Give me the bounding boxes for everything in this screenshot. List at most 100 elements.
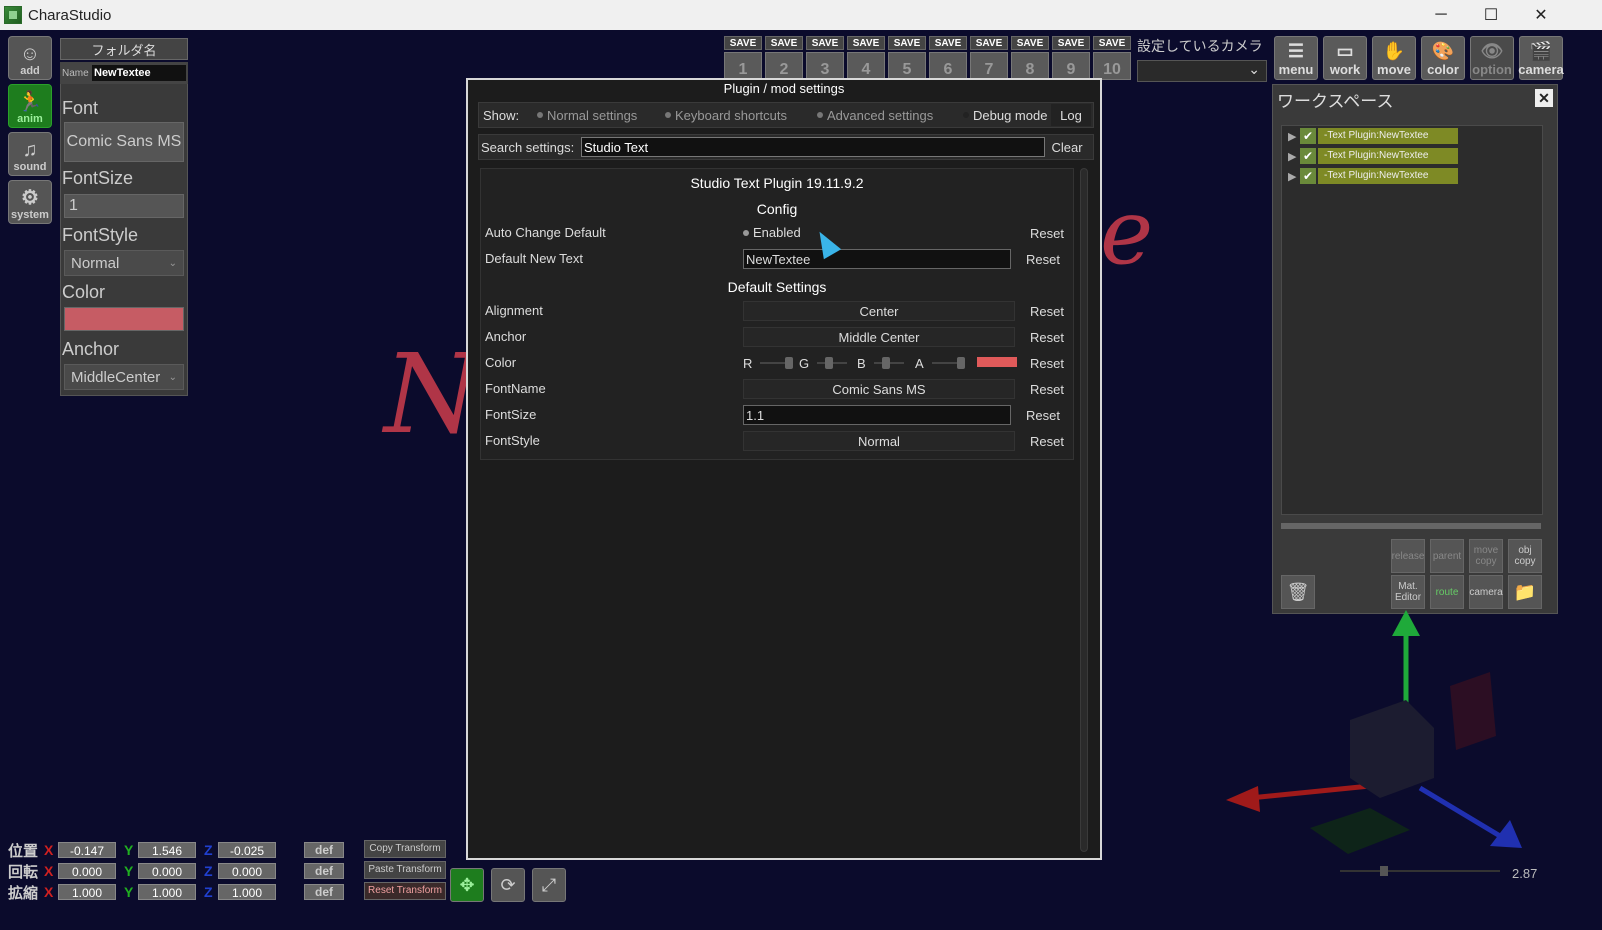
fontname-selector[interactable]: Comic Sans MS bbox=[743, 379, 1015, 399]
slider-knob[interactable] bbox=[1380, 866, 1388, 876]
position-z-input[interactable]: -0.025 bbox=[218, 842, 276, 858]
reset-button[interactable]: Reset bbox=[1025, 431, 1069, 451]
minimize-button[interactable]: ─ bbox=[1416, 0, 1466, 30]
tree-item-label[interactable]: -Text Plugin:NewTextee bbox=[1318, 168, 1458, 184]
blue-slider[interactable]: B bbox=[857, 351, 904, 375]
close-window-button[interactable]: ✕ bbox=[1516, 0, 1566, 30]
red-slider[interactable]: R bbox=[743, 351, 794, 375]
reset-button[interactable]: Reset bbox=[1025, 353, 1069, 373]
settings-scrollbar[interactable] bbox=[1080, 168, 1088, 852]
clear-button[interactable]: Clear bbox=[1045, 137, 1089, 157]
alpha-slider[interactable]: A bbox=[915, 351, 965, 375]
workspace-scrollbar[interactable] bbox=[1281, 523, 1541, 529]
copy-transform-button[interactable]: Copy Transform bbox=[364, 840, 446, 858]
scale-z-input[interactable]: 1.000 bbox=[218, 884, 276, 900]
position-def-button[interactable]: def bbox=[304, 842, 344, 858]
alignment-selector[interactable]: Center bbox=[743, 301, 1015, 321]
scale-def-button[interactable]: def bbox=[304, 884, 344, 900]
reset-button[interactable]: Reset bbox=[1025, 327, 1069, 347]
color-preview-swatch[interactable] bbox=[977, 357, 1017, 367]
normal-settings-toggle[interactable]: Normal settings bbox=[537, 108, 637, 123]
position-x-input[interactable]: -0.147 bbox=[58, 842, 116, 858]
anchor-selector[interactable]: Middle Center bbox=[743, 327, 1015, 347]
expand-arrow-icon[interactable]: ▶ bbox=[1288, 130, 1300, 143]
position-y-input[interactable]: 1.546 bbox=[138, 842, 196, 858]
release-button[interactable]: release bbox=[1391, 539, 1425, 573]
rotation-z-input[interactable]: 0.000 bbox=[218, 863, 276, 879]
scale-tool-icon[interactable]: ⤢ bbox=[532, 868, 566, 902]
tree-item-label[interactable]: -Text Plugin:NewTextee bbox=[1318, 148, 1458, 164]
slider-knob[interactable] bbox=[956, 357, 965, 369]
tree-item[interactable]: ▶ ✔ -Text Plugin:NewTextee bbox=[1288, 128, 1458, 144]
maximize-button[interactable]: ☐ bbox=[1466, 0, 1516, 30]
fontsize-setting-input[interactable]: 1.1 bbox=[743, 405, 1011, 425]
tree-item[interactable]: ▶ ✔ -Text Plugin:NewTextee bbox=[1288, 168, 1458, 184]
slider-knob[interactable] bbox=[785, 357, 794, 369]
save-slot-8[interactable]: SAVE 8 bbox=[1011, 36, 1049, 84]
search-input[interactable] bbox=[581, 137, 1045, 157]
parent-button[interactable]: parent bbox=[1430, 539, 1464, 573]
name-input[interactable]: NewTextee bbox=[92, 65, 186, 81]
paste-transform-button[interactable]: Paste Transform bbox=[364, 861, 446, 879]
auto-change-default-toggle[interactable]: Enabled bbox=[743, 225, 801, 240]
move-copy-button[interactable]: move copy bbox=[1469, 539, 1503, 573]
expand-arrow-icon[interactable]: ▶ bbox=[1288, 150, 1300, 163]
debug-mode-toggle[interactable]: Debug mode bbox=[963, 108, 1047, 123]
route-button[interactable]: route bbox=[1430, 575, 1464, 609]
trash-icon[interactable]: 🗑 bbox=[1281, 575, 1315, 609]
keyboard-shortcuts-toggle[interactable]: Keyboard shortcuts bbox=[665, 108, 787, 123]
color-button[interactable]: 🎨 color bbox=[1421, 36, 1465, 80]
sound-button[interactable]: ♫ sound bbox=[8, 132, 52, 176]
zoom-slider[interactable] bbox=[1340, 866, 1500, 876]
reset-button[interactable]: Reset bbox=[1025, 223, 1069, 243]
save-slot-9[interactable]: SAVE 9 bbox=[1052, 36, 1090, 84]
save-slot-7[interactable]: SAVE 7 bbox=[970, 36, 1008, 84]
save-slot-3[interactable]: SAVE 3 bbox=[806, 36, 844, 84]
fontstyle-dropdown[interactable]: Normal ⌄ bbox=[64, 250, 184, 276]
green-slider[interactable]: G bbox=[799, 351, 848, 375]
check-icon[interactable]: ✔ bbox=[1300, 128, 1316, 144]
slider-track[interactable] bbox=[817, 357, 848, 369]
check-icon[interactable]: ✔ bbox=[1300, 148, 1316, 164]
menu-button[interactable]: ☰ menu bbox=[1274, 36, 1318, 80]
reset-button[interactable]: Reset bbox=[1025, 301, 1069, 321]
save-slot-10[interactable]: SAVE 10 bbox=[1093, 36, 1131, 84]
close-icon[interactable]: ✕ bbox=[1535, 89, 1553, 107]
check-icon[interactable]: ✔ bbox=[1300, 168, 1316, 184]
work-button[interactable]: ▭ work bbox=[1323, 36, 1367, 80]
reset-button[interactable]: Reset bbox=[1025, 379, 1069, 399]
folder-icon[interactable]: 📁 bbox=[1508, 575, 1542, 609]
slider-knob[interactable] bbox=[825, 357, 834, 369]
scale-y-input[interactable]: 1.000 bbox=[138, 884, 196, 900]
rotation-y-input[interactable]: 0.000 bbox=[138, 863, 196, 879]
move-button[interactable]: ✋ move bbox=[1372, 36, 1416, 80]
reset-button[interactable]: Reset bbox=[1021, 249, 1065, 269]
camera-dropdown[interactable]: ⌄ bbox=[1137, 60, 1267, 82]
tree-item[interactable]: ▶ ✔ -Text Plugin:NewTextee bbox=[1288, 148, 1458, 164]
rotate-tool-icon[interactable]: ⟳ bbox=[491, 868, 525, 902]
color-swatch[interactable] bbox=[64, 307, 184, 331]
reset-button[interactable]: Reset bbox=[1021, 405, 1065, 425]
save-slot-4[interactable]: SAVE 4 bbox=[847, 36, 885, 84]
option-button[interactable]: 👁 option bbox=[1470, 36, 1514, 80]
advanced-settings-toggle[interactable]: Advanced settings bbox=[817, 108, 933, 123]
expand-arrow-icon[interactable]: ▶ bbox=[1288, 170, 1300, 183]
slider-track[interactable] bbox=[873, 357, 904, 369]
system-button[interactable]: ⚙ system bbox=[8, 180, 52, 224]
rotation-x-input[interactable]: 0.000 bbox=[58, 863, 116, 879]
anim-button[interactable]: 🏃 anim bbox=[8, 84, 52, 128]
save-slot-1[interactable]: SAVE 1 bbox=[724, 36, 762, 84]
move-tool-icon[interactable]: ✥ bbox=[450, 868, 484, 902]
log-button[interactable]: Log bbox=[1051, 104, 1091, 126]
reset-transform-button[interactable]: Reset Transform bbox=[364, 882, 446, 900]
mat-editor-button[interactable]: Mat. Editor bbox=[1391, 575, 1425, 609]
slider-track[interactable] bbox=[760, 357, 794, 369]
rotation-def-button[interactable]: def bbox=[304, 863, 344, 879]
folder-name-button[interactable]: フォルダ名 bbox=[60, 38, 188, 60]
font-selector[interactable]: Comic Sans MS bbox=[64, 122, 184, 162]
slider-knob[interactable] bbox=[881, 357, 890, 369]
slider-track[interactable] bbox=[931, 357, 965, 369]
fontstyle-selector[interactable]: Normal bbox=[743, 431, 1015, 451]
default-new-text-input[interactable]: NewTextee bbox=[743, 249, 1011, 269]
camera-button[interactable]: 🎬 camera bbox=[1518, 36, 1564, 80]
